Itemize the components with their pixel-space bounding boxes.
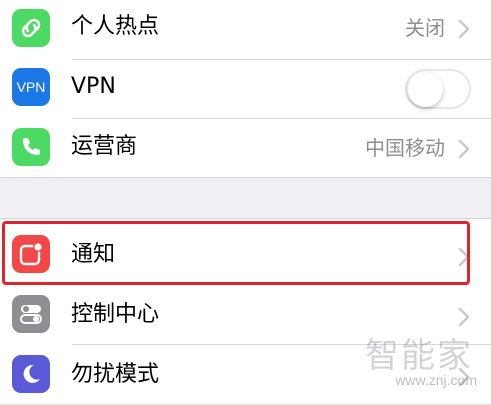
vpn-toggle[interactable] (405, 69, 471, 109)
toggle-knob (408, 72, 443, 107)
settings-row-carrier[interactable]: 运营商 中国移动 (0, 118, 491, 178)
settings-row-vpn: VPN VPN (0, 59, 491, 119)
control-center-label: 控制中心 (71, 302, 160, 327)
watermark-title: 智能家 (365, 336, 473, 376)
chevron-right-icon (458, 19, 470, 39)
watermark: 智能家 www.znj.com (351, 328, 481, 400)
watermark-url: www.znj.com (395, 372, 477, 388)
phone-icon (12, 128, 50, 166)
settings-row-personal-hotspot[interactable]: 个人热点 关闭 (0, 0, 491, 60)
vpn-label: VPN (71, 74, 116, 99)
chevron-right-icon (458, 307, 470, 327)
highlight-box (2, 221, 470, 285)
control-center-icon (12, 295, 50, 333)
do-not-disturb-label: 勿扰模式 (71, 362, 160, 387)
personal-hotspot-label: 个人热点 (71, 14, 160, 39)
personal-hotspot-value: 关闭 (405, 16, 445, 40)
vpn-icon-text: VPN (16, 79, 46, 95)
carrier-value: 中国移动 (365, 136, 445, 160)
moon-icon (12, 355, 50, 393)
link-icon (12, 9, 50, 47)
carrier-label: 运营商 (71, 134, 138, 159)
vpn-icon: VPN (12, 68, 50, 106)
settings-group-network: 个人热点 关闭 VPN VPN 运营商 中国移动 (0, 0, 491, 178)
chevron-right-icon (458, 139, 470, 159)
